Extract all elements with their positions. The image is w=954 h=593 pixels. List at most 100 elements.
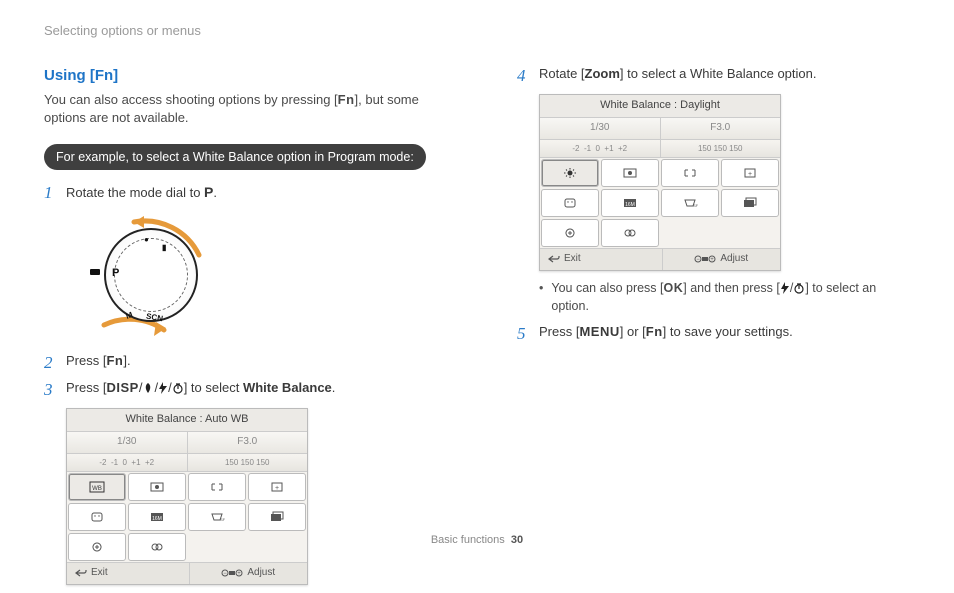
wb-daylight-icon — [541, 159, 599, 187]
svg-text:SF: SF — [693, 203, 698, 208]
panel-exit: Exit — [540, 249, 663, 270]
svg-text:+: + — [275, 485, 279, 492]
step-5: 5 Press [MENU] or [Fn] to save your sett… — [517, 323, 910, 344]
shutter-readout: 1/30 — [67, 432, 188, 453]
iso-v: 150 — [241, 458, 254, 467]
macro-icon — [142, 382, 154, 394]
breadcrumb: Selecting options or menus — [44, 22, 910, 41]
ev-scale: -2 -1 0 +1 +2 — [540, 140, 661, 158]
ois-icon — [541, 219, 599, 247]
menu-key-icon: MENU — [579, 323, 619, 342]
section-intro: You can also access shooting options by … — [44, 91, 437, 129]
note-b: ] and then press [ — [683, 281, 780, 295]
size-icon: 16M — [128, 503, 186, 531]
left-column: Using [Fn] You can also access shooting … — [44, 65, 437, 593]
step-text-mid: ] to select — [184, 380, 243, 395]
step-text-end: ] to select a White Balance option. — [620, 66, 817, 81]
timer-icon — [793, 282, 805, 294]
footer-page: 30 — [511, 534, 523, 546]
step-text-end: . — [213, 185, 217, 200]
step-text: Press [ — [66, 380, 106, 395]
panel-exit: Exit — [67, 563, 190, 584]
wb-auto-icon: WB — [68, 473, 126, 501]
size-icon: 16M — [601, 189, 659, 217]
exit-label: Exit — [564, 252, 581, 267]
step-2: 2 Press [Fn]. — [44, 352, 437, 373]
example-pill: For example, to select a White Balance o… — [44, 144, 426, 170]
svg-text:+: + — [748, 171, 752, 178]
step-1: 1 Rotate the mode dial to P. — [44, 182, 437, 203]
panel-adjust: −+ Adjust — [190, 563, 308, 584]
step-text-end: . — [332, 380, 336, 395]
iso-scale: 150 150 150 — [661, 140, 781, 158]
drive-icon — [721, 189, 779, 217]
ev-value: 0 — [123, 458, 127, 467]
panel-title: White Balance : Daylight — [540, 95, 780, 118]
face-det-icon — [68, 503, 126, 531]
svg-text:+: + — [238, 571, 242, 577]
step-number: 1 — [44, 182, 66, 203]
whitebalance-label: White Balance — [243, 380, 332, 395]
svg-text:−: − — [224, 571, 228, 577]
zoom-toggle-icon: −+ — [221, 568, 243, 578]
svg-text:+: + — [711, 257, 715, 263]
fn-key-icon: Fn — [106, 352, 123, 371]
lcd-panel-autowb: White Balance : Auto WB 1/30 F3.0 -2 -1 … — [66, 408, 308, 585]
ev-scale: -2 -1 0 +1 +2 — [67, 454, 188, 472]
quality-icon: SF — [188, 503, 246, 531]
dial-mark-icon: ● — [144, 234, 149, 246]
metering-icon — [601, 159, 659, 187]
dial-mark-scn: SCN — [145, 310, 164, 324]
ev-value: 0 — [596, 144, 600, 153]
back-arrow-icon — [548, 254, 560, 264]
mode-p-icon: P — [204, 184, 213, 200]
metering-icon — [128, 473, 186, 501]
aperture-readout: F3.0 — [661, 118, 781, 139]
flash-icon — [780, 282, 790, 294]
svg-text:WB: WB — [92, 486, 102, 492]
quality-icon: SF — [661, 189, 719, 217]
iso-v: 150 — [698, 144, 711, 153]
flash-mode-icon: + — [721, 159, 779, 187]
step-text: Press [ — [539, 324, 579, 339]
step-number: 5 — [517, 323, 539, 344]
timer-icon — [172, 382, 184, 394]
step-text: Rotate [ — [539, 66, 585, 81]
step-text: Rotate the mode dial to — [66, 185, 204, 200]
adjust-label: Adjust — [247, 566, 275, 581]
fn-key-icon: Fn — [338, 91, 355, 110]
svg-text:SF: SF — [220, 517, 225, 522]
step-3: 3 Press [DISP///] to select White Balanc… — [44, 379, 437, 400]
iso-scale: 150 150 150 — [188, 454, 308, 472]
footer-section: Basic functions — [431, 534, 505, 546]
ok-key-icon: OK — [664, 279, 684, 297]
fn-key-icon: Fn — [646, 323, 663, 342]
exit-label: Exit — [91, 566, 108, 581]
panel-title: White Balance : Auto WB — [67, 409, 307, 432]
disp-key-icon: DISP — [106, 379, 138, 398]
step-mid: ] or [ — [620, 324, 646, 339]
svg-text:16M: 16M — [625, 202, 635, 208]
svg-text:16M: 16M — [152, 516, 162, 522]
step-text: Press [ — [66, 353, 106, 368]
panel-adjust: − + Adjust — [663, 249, 781, 270]
back-arrow-icon — [75, 568, 87, 578]
shutter-readout: 1/30 — [540, 118, 661, 139]
focus-area-icon — [661, 159, 719, 187]
iso-v: 150 — [729, 144, 742, 153]
step-number: 3 — [44, 379, 66, 400]
adjust-label: Adjust — [720, 252, 748, 267]
zoom-key-icon: Zoom — [585, 66, 620, 81]
right-column: 4 Rotate [Zoom] to select a White Balanc… — [517, 65, 910, 593]
step-number: 2 — [44, 352, 66, 373]
page-footer: Basic functions 30 — [0, 533, 954, 549]
iso-v: 150 — [256, 458, 269, 467]
aperture-readout: F3.0 — [188, 432, 308, 453]
mode-dial-figure: P ● ▮ M SCN — [44, 210, 244, 340]
dial-p-label: P — [112, 266, 119, 282]
note-a: You can also press [ — [551, 281, 663, 295]
step-4: 4 Rotate [Zoom] to select a White Balanc… — [517, 65, 910, 86]
svg-text:−: − — [697, 257, 701, 263]
flash-mode-icon: + — [248, 473, 306, 501]
section-title: Using [Fn] — [44, 65, 437, 87]
